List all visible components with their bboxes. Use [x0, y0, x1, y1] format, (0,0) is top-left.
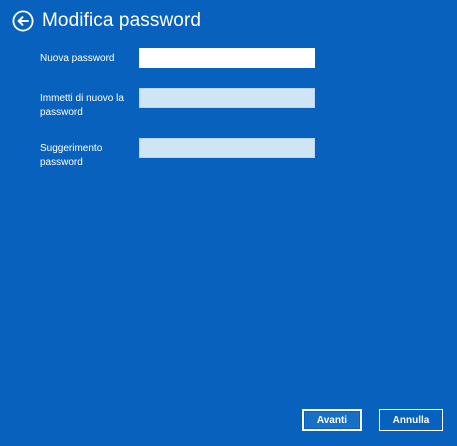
password-hint-field[interactable] — [139, 138, 315, 158]
page-title: Modifica password — [42, 10, 202, 31]
password-hint-label: Suggerimento password — [40, 143, 103, 168]
new-password-label: Nuova password — [40, 53, 115, 64]
next-button[interactable]: Avanti — [302, 409, 362, 431]
confirm-password-field[interactable] — [139, 88, 315, 108]
back-arrow-circle-icon[interactable] — [12, 10, 34, 32]
cancel-button[interactable]: Annulla — [379, 409, 443, 431]
confirm-password-label: Immetti di nuovo la password — [40, 93, 124, 118]
new-password-field[interactable] — [139, 48, 315, 68]
header: Modifica password — [12, 10, 201, 32]
change-password-page: Modifica password Nuova password Immetti… — [0, 0, 457, 446]
